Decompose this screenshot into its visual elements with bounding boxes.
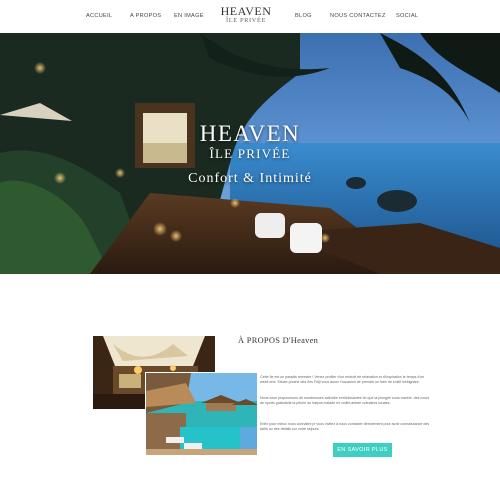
logo-title: HEAVEN [220,4,272,18]
nav-item-contact[interactable]: NOUS CONTACTEZ [330,13,386,19]
hero-tagline: Confort & Intimité [188,171,312,186]
hero-title: HEAVEN [199,121,301,146]
site-logo[interactable]: HEAVEN ÎLE PRIVÉE [218,5,274,25]
about-paragraph-2: Nous vous proposerons de nombreuses acti… [260,396,430,406]
about-paragraph-1: Cette île est un paradis terrestre ! Ven… [260,375,425,385]
logo-subtitle: ÎLE PRIVÉE [226,17,266,24]
nav-item-a-propos[interactable]: A PROPOS [130,13,161,19]
top-navigation: ACCUEIL A PROPOS EN IMAGE HEAVEN ÎLE PRI… [0,0,500,33]
nav-item-accueil[interactable]: ACCUEIL [86,13,112,19]
nav-item-en-image[interactable]: EN IMAGE [174,13,204,19]
hero-subtitle: ÎLE PRIVÉE [209,146,291,161]
learn-more-button[interactable]: EN SAVOIR PLUS [333,443,392,457]
about-paragraph-3: Enfin pour mieux nous connaitre je vous … [260,422,430,432]
about-photo-bungalows [145,372,258,456]
nav-item-blog[interactable]: BLOG [295,13,312,19]
hero-banner: HEAVEN ÎLE PRIVÉE Confort & Intimité [0,33,500,274]
nav-item-social[interactable]: SOCIAL [396,13,418,19]
about-title: À PROPOS D'Heaven [238,336,319,345]
